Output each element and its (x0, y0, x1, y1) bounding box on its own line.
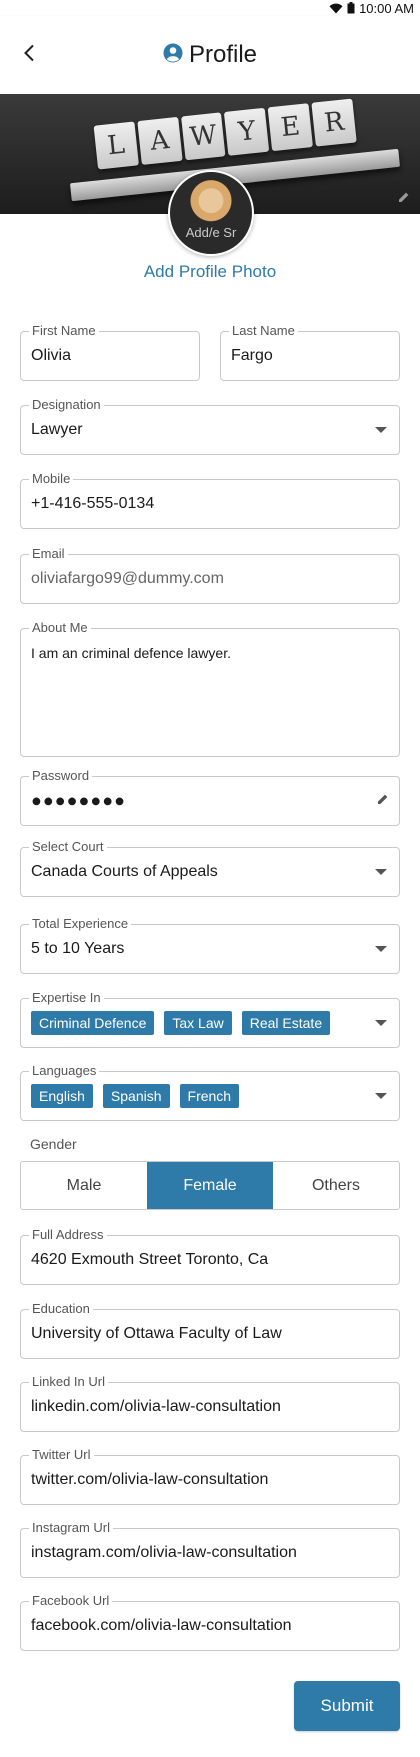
user-circle-icon (163, 43, 183, 68)
linkedin-url-field[interactable]: Linked In Url linkedin.com/olivia-law-co… (20, 1375, 400, 1432)
gender-label: Gender (30, 1136, 77, 1152)
pencil-icon[interactable] (377, 792, 389, 810)
about-me-field[interactable]: About Me (20, 621, 400, 757)
field-label: About Me (29, 621, 91, 635)
field-value: 5 to 10 Years (31, 940, 125, 957)
field-value: Lawyer (31, 421, 83, 438)
status-time: 10:00 AM (359, 0, 414, 16)
address-field[interactable]: Full Address 4620 Exmouth Street Toronto… (20, 1228, 400, 1285)
page-title-group: Profile (163, 41, 257, 69)
password-field[interactable]: Password ●●●●●●●● (20, 769, 400, 826)
gender-option-others[interactable]: Others (273, 1162, 399, 1209)
letter-tile: Y (224, 107, 270, 156)
field-label: Education (29, 1302, 93, 1316)
education-field[interactable]: Education University of Ottawa Faculty o… (20, 1302, 400, 1359)
field-value: linkedin.com/olivia-law-consultation (31, 1398, 281, 1415)
field-label: Full Address (29, 1228, 107, 1242)
password-dots: ●●●●●●●● (31, 790, 126, 811)
status-bar: 10:00 AM (0, 0, 420, 16)
pencil-icon[interactable] (398, 190, 410, 208)
gender-option-male[interactable]: Male (21, 1162, 147, 1209)
letter-tile: L (93, 121, 139, 170)
field-label: Select Court (29, 840, 107, 854)
field-value: University of Ottawa Faculty of Law (31, 1325, 282, 1342)
field-value: twitter.com/olivia-law-consultation (31, 1471, 269, 1488)
twitter-url-field[interactable]: Twitter Url twitter.com/olivia-law-consu… (20, 1448, 400, 1505)
field-label: Total Experience (29, 917, 132, 931)
gender-segmented-control: Male Female Others (20, 1161, 400, 1210)
language-chip[interactable]: Spanish (102, 1084, 170, 1108)
court-select[interactable]: Select Court Canada Courts of Appeals (20, 840, 400, 897)
mobile-field[interactable]: Mobile +1-416-555-0134 (20, 472, 400, 529)
field-label: Languages (29, 1064, 100, 1078)
field-label: Linked In Url (29, 1375, 108, 1389)
field-label: Instagram Url (29, 1521, 114, 1535)
field-label: Email (29, 547, 68, 561)
caret-down-icon (375, 869, 387, 875)
expertise-chip[interactable]: Tax Law (164, 1011, 232, 1035)
letter-tile: R (311, 98, 357, 147)
submit-button[interactable]: Submit (294, 1681, 400, 1731)
letter-tile: A (137, 116, 183, 165)
field-label: Mobile (29, 472, 74, 486)
first-name-field[interactable]: First Name Olivia (20, 324, 200, 381)
add-profile-photo-link[interactable]: Add Profile Photo (0, 262, 420, 282)
caret-down-icon (375, 1093, 387, 1099)
field-value: 4620 Exmouth Street Toronto, Ca (31, 1251, 269, 1268)
language-chip[interactable]: French (179, 1084, 240, 1108)
expertise-select[interactable]: Expertise In Criminal Defence Tax Law Re… (20, 991, 400, 1048)
language-chips: English Spanish French (31, 1084, 240, 1108)
field-label: Password (29, 769, 93, 783)
instagram-url-field[interactable]: Instagram Url instagram.com/olivia-law-c… (20, 1521, 400, 1578)
field-value: Olivia (31, 347, 72, 364)
letter-tile: W (180, 112, 226, 161)
field-label: Expertise In (29, 991, 104, 1005)
about-me-textarea[interactable] (31, 645, 389, 748)
language-chip[interactable]: English (31, 1084, 93, 1108)
email-field[interactable]: Email oliviafargo99@dummy.com (20, 547, 400, 604)
caret-down-icon (375, 1020, 387, 1026)
avatar-overlay-text: Add/e Sr (185, 225, 237, 240)
caret-down-icon (375, 427, 387, 433)
field-label: Designation (29, 398, 104, 412)
experience-select[interactable]: Total Experience 5 to 10 Years (20, 917, 400, 974)
languages-select[interactable]: Languages English Spanish French (20, 1064, 400, 1121)
letter-tile: E (267, 103, 314, 152)
back-button[interactable] (14, 40, 44, 70)
caret-down-icon (375, 946, 387, 952)
field-label: Last Name (229, 324, 298, 338)
field-label: Facebook Url (29, 1594, 113, 1608)
gender-option-female[interactable]: Female (147, 1162, 273, 1209)
facebook-url-field[interactable]: Facebook Url facebook.com/olivia-law-con… (20, 1594, 400, 1651)
chevron-left-icon (23, 44, 35, 67)
field-value: +1-416-555-0134 (31, 495, 155, 512)
battery-icon (347, 2, 355, 14)
avatar[interactable]: Add/e Sr (168, 170, 254, 256)
app-bar: Profile (0, 16, 420, 94)
field-label: Twitter Url (29, 1448, 94, 1462)
last-name-field[interactable]: Last Name Fargo (220, 324, 400, 381)
expertise-chip[interactable]: Criminal Defence (31, 1011, 155, 1035)
field-value: Canada Courts of Appeals (31, 863, 218, 880)
expertise-chips: Criminal Defence Tax Law Real Estate (31, 1011, 331, 1035)
field-label: First Name (29, 324, 99, 338)
designation-select[interactable]: Designation Lawyer (20, 398, 400, 455)
page-title: Profile (188, 41, 258, 68)
field-value: Fargo (231, 347, 273, 364)
field-value: instagram.com/olivia-law-consultation (31, 1544, 297, 1561)
field-value: oliviafargo99@dummy.com (31, 570, 224, 587)
expertise-chip[interactable]: Real Estate (241, 1011, 331, 1035)
field-value: facebook.com/olivia-law-consultation (31, 1617, 292, 1634)
wifi-icon (329, 3, 343, 14)
